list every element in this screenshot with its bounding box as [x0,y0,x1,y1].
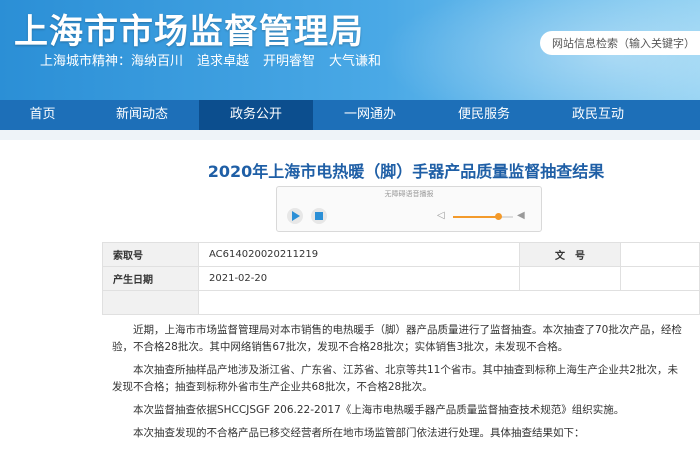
doc-number-label: 文 号 [519,242,621,267]
table-row [102,290,700,315]
stop-button[interactable] [311,208,327,224]
play-icon [292,211,300,221]
paragraph-line: 验，不合格28批次。其中网络销售67批次，发现不合格28批次；实体销售3批次，未… [112,341,569,353]
nav-item-news[interactable]: 新闻动态 [85,100,199,130]
date-value: 2021-02-20 [198,266,520,291]
volume-low-icon[interactable]: ◁ [437,210,445,221]
volume-high-icon[interactable]: ◀ [517,210,525,221]
volume-handle[interactable] [495,213,502,220]
paragraph: 本次监督抽查依据SHCCJSGF 206.22-2017《上海市电热暖手器产品质… [133,404,625,416]
volume-level [453,216,498,218]
date-label: 产生日期 [102,266,199,291]
slogan-part: 上海城市精神：海纳百川 [40,54,184,69]
city-spirit-slogan: 上海城市精神：海纳百川 追求卓越 开明睿智 大气谦和 [40,50,395,69]
slogan-part: 大气谦和 [329,54,382,69]
paragraph-line: 本次抽查所抽样品产地涉及浙江省、广东省、江苏省、北京等共11个省市。其中抽查到标… [133,364,679,376]
index-label: 索取号 [102,242,199,267]
play-button[interactable] [287,208,303,224]
article-body: 近期，上海市市场监督管理局对本市销售的电热暖手（脚）器产品质量进行了监督抽查。本… [112,322,700,448]
nav-item-one-stop-service[interactable]: 一网通办 [313,100,427,130]
site-search-box [540,31,700,55]
doc-number-value [620,242,700,267]
paragraph: 本次抽查发现的不合格产品已移交经营者所在地市场监管部门依法进行处理。具体抽查结果… [133,427,585,439]
paragraph-line: 近期，上海市市场监督管理局对本市销售的电热暖手（脚）器产品质量进行了监督抽查。本… [133,324,682,336]
table-row: 索取号 AC614020020211219 文 号 [102,242,700,267]
slogan-part: 追求卓越 [197,54,250,69]
nav-item-home[interactable]: 首页 [0,100,85,130]
nav-item-public-service[interactable]: 便民服务 [427,100,541,130]
site-title[interactable]: 上海市市场监督管理局 [14,4,364,53]
empty-label-cell [102,290,199,315]
empty-cell [198,290,700,315]
audio-player: 无障碍语音播报 ◁ ◀ [276,186,542,232]
nav-divider-strip [0,130,700,140]
main-nav: 首页 新闻动态 政务公开 一网通办 便民服务 政民互动 [0,100,700,130]
nav-item-interaction[interactable]: 政民互动 [541,100,655,130]
table-row: 产生日期 2021-02-20 [102,266,700,291]
volume-slider[interactable] [453,213,513,220]
paragraph-line: 发现不合格；抽查到标称外省市生产企业共68批次，不合格28批次。 [112,381,433,393]
header-banner: 上海市市场监督管理局 上海城市精神：海纳百川 追求卓越 开明睿智 大气谦和 [0,0,700,100]
nav-item-gov-affairs[interactable]: 政务公开 [199,100,313,130]
index-value: AC614020020211219 [198,242,520,267]
stop-icon [315,212,323,220]
document-meta-table: 索取号 AC614020020211219 文 号 产生日期 2021-02-2… [102,242,700,315]
search-input[interactable] [540,31,700,55]
slogan-part: 开明睿智 [263,54,316,69]
empty-cell [620,266,700,291]
article-title: 2020年上海市电热暖（脚）手器产品质量监督抽查结果 [207,162,605,181]
empty-cell [519,266,621,291]
player-caption: 无障碍语音播报 [384,190,434,198]
